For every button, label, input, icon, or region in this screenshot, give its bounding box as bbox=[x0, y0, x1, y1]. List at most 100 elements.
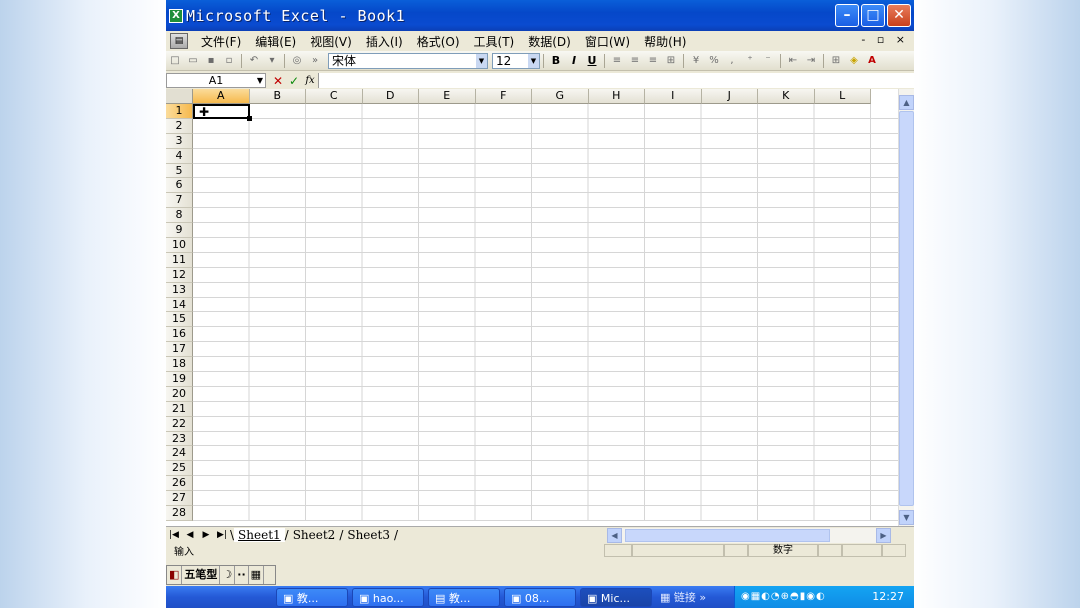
scroll-left-icon[interactable]: ◀ bbox=[607, 528, 622, 543]
column-header-b[interactable]: B bbox=[249, 89, 306, 104]
row-header-20[interactable]: 20 bbox=[166, 386, 193, 402]
row-cells[interactable] bbox=[193, 282, 898, 298]
row-cells[interactable] bbox=[193, 476, 898, 492]
row-header-24[interactable]: 24 bbox=[166, 446, 193, 462]
row-cells[interactable] bbox=[193, 401, 898, 417]
row-cells[interactable] bbox=[193, 357, 898, 373]
increase-indent-icon[interactable]: ⇥ bbox=[803, 53, 819, 69]
menu-view[interactable]: 视图(V) bbox=[303, 33, 359, 50]
italic-button[interactable]: I bbox=[566, 53, 582, 69]
column-header-a[interactable]: A bbox=[193, 89, 250, 104]
bold-button[interactable]: B bbox=[548, 53, 564, 69]
select-all-corner[interactable] bbox=[166, 89, 193, 104]
row-header-7[interactable]: 7 bbox=[166, 193, 193, 209]
insert-function-icon[interactable]: fx bbox=[302, 75, 318, 86]
help-icon[interactable]: ◎ bbox=[289, 53, 305, 69]
percent-button[interactable]: % bbox=[706, 53, 722, 69]
column-header-f[interactable]: F bbox=[475, 89, 532, 104]
row-header-11[interactable]: 11 bbox=[166, 252, 193, 268]
undo-icon[interactable]: ↶ bbox=[246, 53, 262, 69]
document-window-controls[interactable]: - ▫ × bbox=[861, 33, 909, 46]
fill-color-icon[interactable]: ◈ bbox=[846, 53, 862, 69]
row-cells[interactable] bbox=[193, 506, 898, 521]
row-cells[interactable] bbox=[193, 297, 898, 313]
row-header-15[interactable]: 15 bbox=[166, 312, 193, 328]
increase-decimal-icon[interactable]: ⁺ bbox=[742, 53, 758, 69]
borders-icon[interactable]: ⊞ bbox=[828, 53, 844, 69]
close-button[interactable]: ✕ bbox=[887, 4, 911, 27]
row-header-8[interactable]: 8 bbox=[166, 208, 193, 224]
horizontal-scroll-thumb[interactable] bbox=[625, 529, 830, 542]
first-sheet-icon[interactable]: |◀ bbox=[166, 530, 182, 540]
menu-file[interactable]: 文件(F) bbox=[194, 33, 248, 50]
row-cells[interactable] bbox=[193, 327, 898, 343]
decrease-indent-icon[interactable]: ⇤ bbox=[785, 53, 801, 69]
chevron-down-icon[interactable]: ▼ bbox=[528, 53, 539, 68]
confirm-entry-icon[interactable]: ✓ bbox=[286, 74, 302, 88]
decrease-decimal-icon[interactable]: ⁻ bbox=[760, 53, 776, 69]
row-cells[interactable] bbox=[193, 446, 898, 462]
row-header-2[interactable]: 2 bbox=[166, 118, 193, 134]
row-cells[interactable] bbox=[193, 342, 898, 358]
row-cells[interactable] bbox=[193, 312, 898, 328]
menu-format[interactable]: 格式(O) bbox=[410, 33, 467, 50]
next-sheet-icon[interactable]: ▶ bbox=[198, 530, 214, 540]
row-header-14[interactable]: 14 bbox=[166, 297, 193, 313]
row-header-17[interactable]: 17 bbox=[166, 342, 193, 358]
row-header-9[interactable]: 9 bbox=[166, 223, 193, 239]
row-header-3[interactable]: 3 bbox=[166, 133, 193, 149]
sheet-tab-2[interactable]: Sheet2 bbox=[289, 528, 340, 542]
minimize-button[interactable]: – bbox=[835, 4, 859, 27]
sheet-tab-1[interactable]: Sheet1 bbox=[234, 528, 285, 542]
column-header-l[interactable]: L bbox=[814, 89, 871, 104]
align-left-icon[interactable]: ≡ bbox=[609, 53, 625, 69]
row-cells[interactable] bbox=[193, 133, 898, 149]
row-cells[interactable] bbox=[193, 491, 898, 507]
cancel-entry-icon[interactable]: ✕ bbox=[270, 74, 286, 88]
menu-window[interactable]: 窗口(W) bbox=[578, 33, 637, 50]
row-header-6[interactable]: 6 bbox=[166, 178, 193, 194]
taskbar-button-excel[interactable]: ▣ Mic... bbox=[580, 588, 652, 607]
font-size-select[interactable]: 12 ▼ bbox=[492, 52, 540, 69]
row-cells[interactable] bbox=[193, 118, 898, 134]
row-cells[interactable] bbox=[193, 178, 898, 194]
row-cells[interactable] bbox=[193, 163, 898, 179]
row-cells[interactable] bbox=[193, 416, 898, 432]
column-header-e[interactable]: E bbox=[419, 89, 476, 104]
currency-icon[interactable]: ¥ bbox=[688, 53, 704, 69]
comma-style-icon[interactable]: , bbox=[724, 53, 740, 69]
taskbar-button-4[interactable]: ▣ 08... bbox=[504, 588, 576, 607]
row-cells[interactable] bbox=[193, 223, 898, 239]
title-bar[interactable]: X Microsoft Excel - Book1 – □ ✕ bbox=[166, 0, 914, 31]
print-preview-icon[interactable]: ▫ bbox=[221, 53, 237, 69]
vertical-scroll-thumb[interactable] bbox=[899, 111, 914, 506]
row-cells[interactable] bbox=[193, 431, 898, 447]
taskbar-button-1[interactable]: ▣ 教... bbox=[276, 588, 348, 607]
ime-logo-icon[interactable]: ◧ bbox=[167, 566, 183, 584]
scroll-down-icon[interactable]: ▼ bbox=[899, 510, 914, 525]
column-header-g[interactable]: G bbox=[532, 89, 589, 104]
undo-dropdown-icon[interactable]: ▾ bbox=[264, 53, 280, 69]
row-header-25[interactable]: 25 bbox=[166, 461, 193, 477]
merge-center-icon[interactable]: ⊞ bbox=[663, 53, 679, 69]
document-menu-icon[interactable]: ▤ bbox=[170, 33, 188, 49]
name-box[interactable]: A1 ▼ bbox=[166, 73, 266, 88]
menu-help[interactable]: 帮助(H) bbox=[637, 33, 693, 50]
row-cells[interactable] bbox=[193, 104, 898, 119]
column-header-h[interactable]: H bbox=[588, 89, 645, 104]
row-cells[interactable] bbox=[193, 252, 898, 268]
row-cells[interactable] bbox=[193, 461, 898, 477]
font-color-icon[interactable]: A bbox=[864, 53, 880, 69]
menu-insert[interactable]: 插入(I) bbox=[359, 33, 410, 50]
taskbar-button-2[interactable]: ▣ hao... bbox=[352, 588, 424, 607]
row-header-16[interactable]: 16 bbox=[166, 327, 193, 343]
row-cells[interactable] bbox=[193, 238, 898, 253]
row-header-21[interactable]: 21 bbox=[166, 401, 193, 417]
excel-app-icon[interactable]: X bbox=[169, 8, 183, 23]
row-cells[interactable] bbox=[193, 193, 898, 209]
column-header-i[interactable]: I bbox=[645, 89, 702, 104]
row-header-5[interactable]: 5 bbox=[166, 163, 193, 179]
save-icon[interactable]: ▪ bbox=[203, 53, 219, 69]
sheet-tab-3[interactable]: Sheet3 bbox=[343, 528, 394, 542]
row-cells[interactable] bbox=[193, 208, 898, 224]
